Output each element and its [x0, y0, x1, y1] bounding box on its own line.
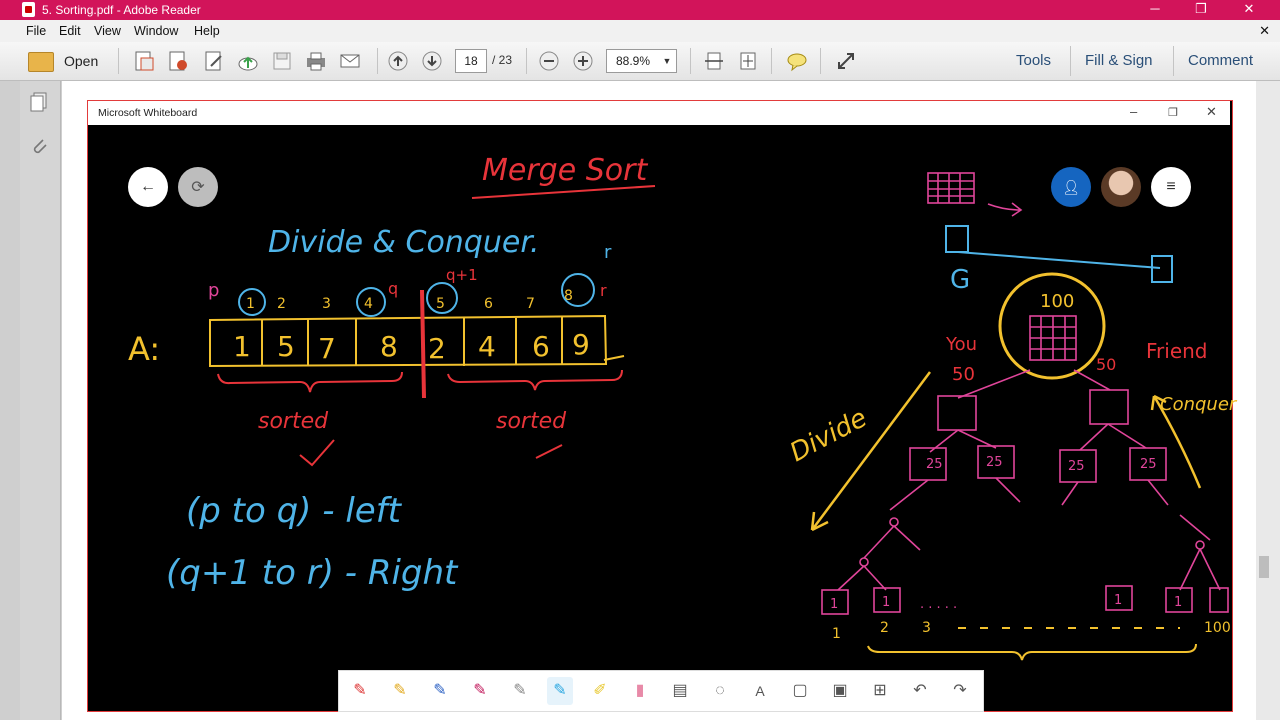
tree-g-label: G: [950, 265, 970, 295]
leaf-box-2: 1: [882, 595, 890, 610]
pen-cyan-selected-icon[interactable]: ✎: [547, 677, 573, 705]
tree-you-value: 50: [952, 364, 975, 385]
index-5: 5: [436, 296, 445, 312]
eraser-icon[interactable]: ▮: [627, 677, 653, 705]
subheading-divide-conquer: Divide & Conquer.: [268, 225, 539, 260]
leaf-label-2: 2: [880, 620, 889, 636]
mark-r: r: [600, 281, 607, 300]
array-cell-7: 6: [532, 330, 550, 363]
array-cell-6: 4: [478, 330, 496, 363]
subtree-value-1: 25: [926, 457, 943, 472]
array-cell-2: 5: [277, 330, 295, 363]
tree-friend-value: 50: [1096, 355, 1116, 374]
heading-merge-sort: Merge Sort: [482, 153, 648, 188]
insert-icon[interactable]: ⊞: [867, 677, 893, 705]
subtree-value-2: 25: [986, 455, 1003, 470]
pen-blue-icon[interactable]: ✎: [427, 677, 453, 705]
right-range-text: (q+1 to r) - Right: [166, 553, 459, 593]
index-7: 7: [526, 296, 535, 312]
mark-r-top: r: [604, 242, 612, 263]
leaf-box-1: 1: [830, 597, 838, 612]
pen-gray-icon[interactable]: ✎: [507, 677, 533, 705]
subtree-value-3: 25: [1068, 459, 1085, 474]
leaf-label-100: 100: [1204, 620, 1231, 636]
tree-friend-label: Friend: [1146, 339, 1208, 363]
leaf-label-1: 1: [832, 626, 841, 642]
leaf-dots: . . . . .: [920, 597, 957, 612]
note-icon[interactable]: ▢: [787, 677, 813, 705]
mark-q: q: [388, 279, 398, 298]
image-icon[interactable]: ▣: [827, 677, 853, 705]
text-tool-icon[interactable]: A: [747, 677, 773, 705]
pen-red-icon[interactable]: ✎: [347, 677, 373, 705]
redo-icon[interactable]: ↷: [947, 677, 973, 705]
array-cell-8: 9: [572, 328, 590, 361]
subtree-value-4: 25: [1140, 457, 1157, 472]
whiteboard-ink: Merge Sort Divide & Conquer. p r q q+1 r…: [128, 153, 1238, 661]
array-cell-5: 2: [428, 332, 446, 365]
pen-toolbar: ✎ ✎ ✎ ✎ ✎ ✎ ✐ ▮ ▤ ◌ A ▢ ▣ ⊞ ↶ ↷: [338, 670, 984, 712]
mark-p: p: [208, 280, 219, 301]
conquer-label: Conquer: [1160, 394, 1238, 415]
left-range-text: (p to q) - left: [186, 491, 403, 531]
pen-yellow-icon[interactable]: ✎: [387, 677, 413, 705]
tree-root-value: 100: [1040, 291, 1074, 312]
array-cell-3: 7: [318, 332, 336, 365]
index-6: 6: [484, 296, 493, 312]
index-3: 3: [322, 296, 331, 312]
mark-q-plus-1: q+1: [446, 266, 478, 284]
array-cell-4: 8: [380, 330, 398, 363]
leaf-box-4: 1: [1174, 595, 1182, 610]
pen-pink-icon[interactable]: ✎: [467, 677, 493, 705]
tree-you-label: You: [945, 334, 977, 355]
leaf-label-3: 3: [922, 620, 931, 636]
highlighter-icon[interactable]: ✐: [587, 677, 613, 705]
undo-icon[interactable]: ↶: [907, 677, 933, 705]
lasso-icon[interactable]: ◌: [707, 677, 733, 705]
sorted-right-label: sorted: [496, 409, 567, 434]
index-4: 4: [364, 296, 373, 312]
sorted-left-label: sorted: [258, 409, 329, 434]
leaf-box-3: 1: [1114, 593, 1122, 608]
index-2: 2: [277, 296, 286, 312]
ruler-icon[interactable]: ▤: [667, 677, 693, 705]
divide-label: Divide: [785, 403, 872, 468]
array-cell-1: 1: [233, 330, 251, 363]
array-label: A:: [128, 330, 160, 368]
index-1: 1: [246, 296, 255, 312]
